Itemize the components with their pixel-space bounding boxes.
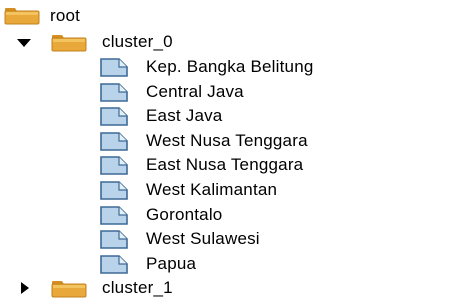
tree-node-cluster-0[interactable]: cluster_0 bbox=[0, 30, 260, 54]
tree-leaf-label: Central Java bbox=[146, 82, 244, 101]
document-icon bbox=[100, 83, 128, 102]
tree-leaf-item[interactable]: West Kalimantan bbox=[0, 178, 449, 202]
document-icon bbox=[100, 230, 128, 249]
tree-leaf-label: West Kalimantan bbox=[146, 180, 278, 199]
folder-icon bbox=[51, 281, 87, 298]
document-icon bbox=[100, 255, 128, 274]
tree-view: root cluster_0 Kep. Bangka Belitung Cent… bbox=[0, 0, 449, 300]
tree-leaf-item[interactable]: East Java bbox=[0, 104, 449, 128]
document-icon bbox=[100, 206, 128, 225]
document-icon bbox=[100, 107, 128, 126]
tree-leaf-label: Papua bbox=[146, 254, 197, 273]
document-icon bbox=[100, 181, 128, 200]
tree-node-cluster-1[interactable]: cluster_1 bbox=[0, 276, 260, 300]
tree-node-root[interactable]: root bbox=[0, 4, 120, 28]
tree-leaf-label: West Sulawesi bbox=[146, 229, 260, 248]
tree-leaf-label: East Java bbox=[146, 106, 223, 125]
tree-leaf-item[interactable]: East Nusa Tenggara bbox=[0, 153, 449, 177]
tree-leaf-label: West Nusa Tenggara bbox=[146, 131, 308, 150]
tree-leaf-item[interactable]: Gorontalo bbox=[0, 203, 449, 227]
folder-icon bbox=[4, 8, 40, 25]
tree-leaf-item[interactable]: Central Java bbox=[0, 80, 449, 104]
tree-leaf-label: Gorontalo bbox=[146, 205, 223, 224]
tree-leaf-label: Kep. Bangka Belitung bbox=[146, 57, 314, 76]
document-icon bbox=[100, 132, 128, 151]
document-icon bbox=[100, 156, 128, 175]
tree-leaf-item[interactable]: Kep. Bangka Belitung bbox=[0, 55, 449, 79]
tree-node-label: root bbox=[50, 6, 81, 25]
tree-leaf-item[interactable]: West Nusa Tenggara bbox=[0, 129, 449, 153]
tree-node-label: cluster_1 bbox=[102, 278, 173, 297]
document-icon bbox=[100, 58, 128, 77]
tree-node-label: cluster_0 bbox=[102, 32, 173, 51]
tree-leaf-item[interactable]: West Sulawesi bbox=[0, 227, 449, 251]
triangle-down-icon[interactable] bbox=[17, 39, 31, 47]
tree-leaf-label: East Nusa Tenggara bbox=[146, 155, 304, 174]
folder-icon bbox=[51, 35, 87, 52]
tree-leaf-item[interactable]: Papua bbox=[0, 252, 449, 276]
triangle-right-icon[interactable] bbox=[21, 282, 29, 294]
